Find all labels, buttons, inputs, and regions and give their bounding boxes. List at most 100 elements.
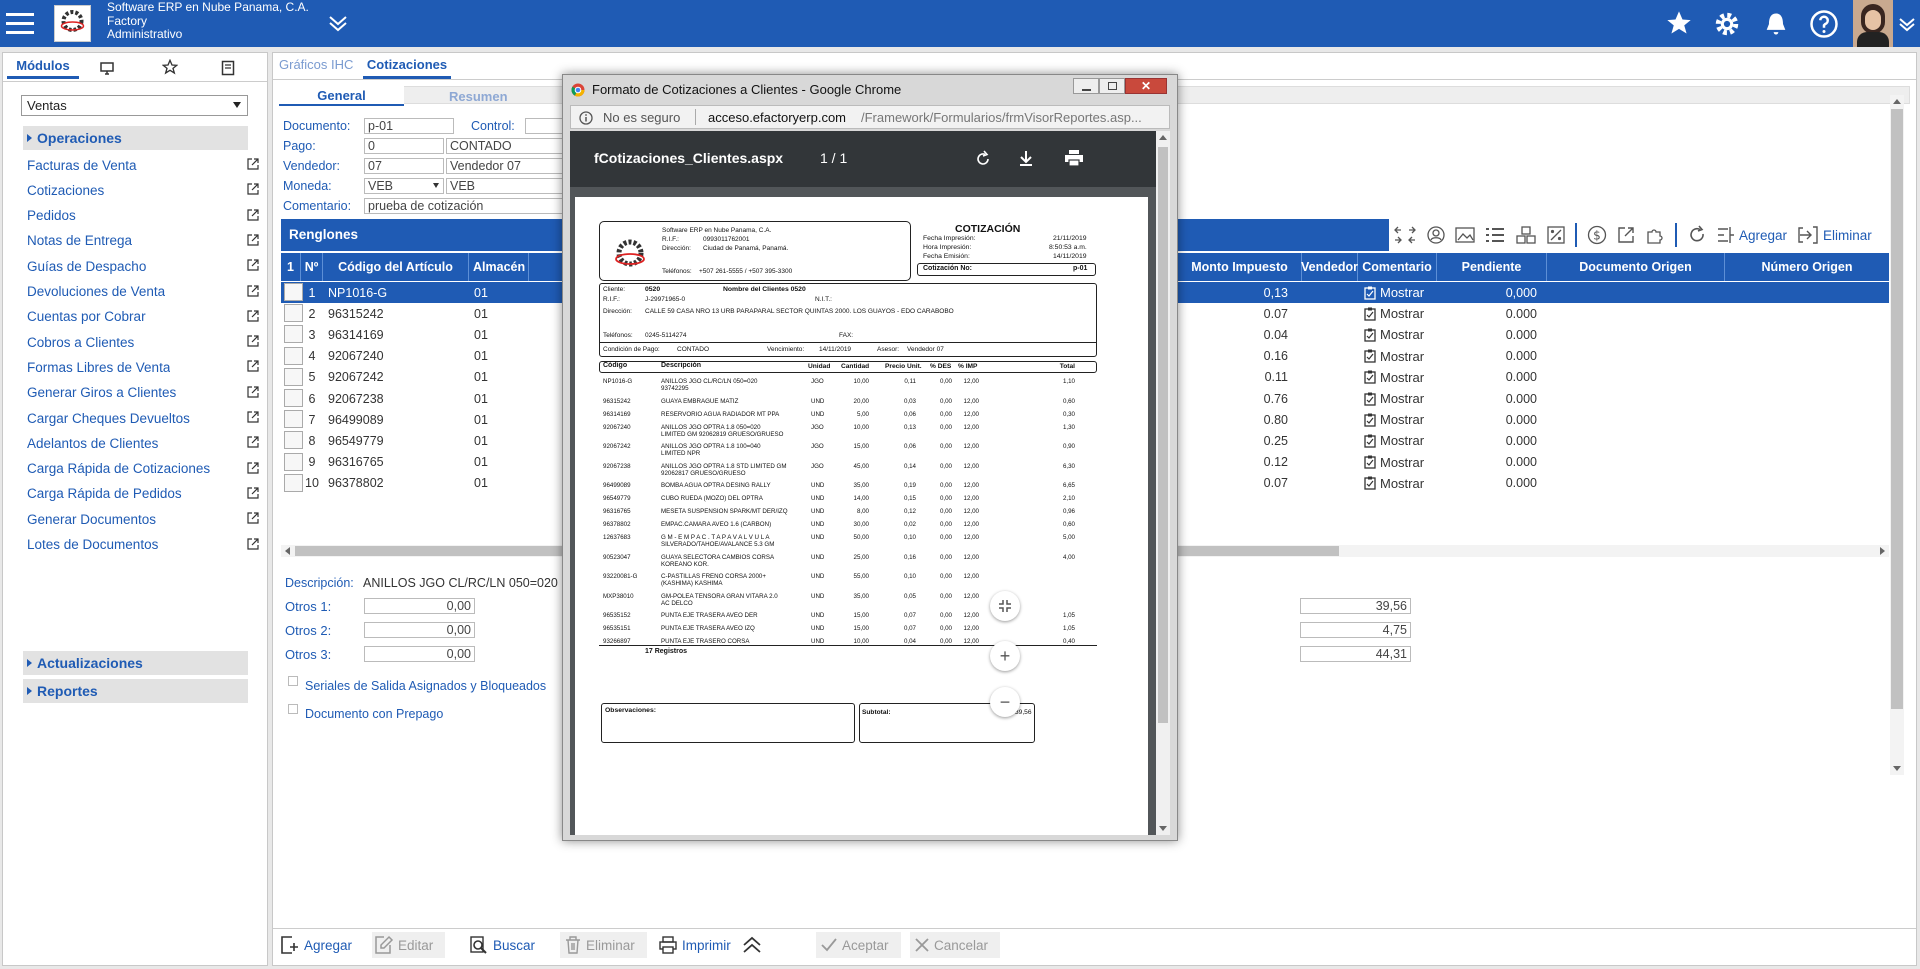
module-select[interactable]: Ventas xyxy=(21,95,248,116)
star-icon[interactable] xyxy=(1664,9,1694,37)
open-external-icon[interactable] xyxy=(247,259,259,271)
list-icon[interactable] xyxy=(1485,226,1505,244)
tab-modulos[interactable]: Módulos xyxy=(7,55,79,79)
dollar-icon[interactable]: $ xyxy=(1587,225,1607,245)
otros2-input[interactable]: 0,00 xyxy=(364,622,475,638)
agregar-row-button[interactable]: Agregar xyxy=(1739,228,1787,243)
control-input[interactable] xyxy=(525,118,565,134)
otros3-input[interactable]: 0,00 xyxy=(364,646,475,662)
vertical-scrollbar[interactable] xyxy=(1890,95,1904,775)
refresh-icon[interactable] xyxy=(1687,225,1707,245)
otros1-input[interactable]: 0,00 xyxy=(364,598,475,614)
sidebar-item[interactable]: Carga Rápida de Cotizaciones xyxy=(27,457,259,481)
sidebar-item[interactable]: Carga Rápida de Pedidos xyxy=(27,482,259,506)
eliminar-button[interactable]: Eliminar xyxy=(560,932,647,958)
rotate-icon[interactable] xyxy=(974,150,992,168)
row-comentario-button[interactable]: Mostrar xyxy=(1364,430,1434,451)
subtab-resumen[interactable]: Resumen xyxy=(449,89,508,104)
delete-row-icon[interactable] xyxy=(1797,225,1819,245)
sidebar-item[interactable]: Devoluciones de Venta xyxy=(27,280,259,304)
buscar-button[interactable]: Buscar xyxy=(469,932,535,958)
chevron-down-icon[interactable] xyxy=(1898,16,1916,32)
scroll-up-arrow[interactable] xyxy=(1159,135,1167,140)
pdf-scrollbar[interactable] xyxy=(1156,131,1170,835)
row-comentario-button[interactable]: Mostrar xyxy=(1364,452,1434,473)
open-external-icon[interactable] xyxy=(247,537,259,550)
expand-horizontal-icon[interactable] xyxy=(1393,224,1417,246)
address-bar[interactable]: No es seguro acceso.efactoryerp.com /Fra… xyxy=(570,105,1170,129)
row-comentario-button[interactable]: Mostrar xyxy=(1364,367,1434,388)
comentario-input[interactable]: prueba de cotización xyxy=(364,198,566,214)
open-external-icon[interactable] xyxy=(247,360,259,372)
double-chevron-up-icon[interactable] xyxy=(742,932,762,958)
sidebar-item[interactable]: Cargar Cheques Devueltos xyxy=(27,406,259,430)
scroll-up-arrow[interactable] xyxy=(1893,99,1901,104)
sidebar-item[interactable]: Facturas de Venta xyxy=(27,153,259,177)
hamburger-menu-icon[interactable] xyxy=(6,11,34,35)
boxes-icon[interactable] xyxy=(1515,226,1537,244)
row-comentario-button[interactable]: Mostrar xyxy=(1364,324,1434,345)
open-external-icon[interactable] xyxy=(247,234,259,246)
help-icon[interactable] xyxy=(1809,9,1839,39)
group-operaciones[interactable]: Operaciones xyxy=(23,126,248,150)
seriales-checkbox[interactable] xyxy=(288,676,298,686)
sidebar-item[interactable]: Guías de Despacho xyxy=(27,254,259,278)
zoom-in-button[interactable]: + xyxy=(990,641,1020,671)
group-actualizaciones[interactable]: Actualizaciones xyxy=(23,651,248,675)
double-chevron-down-icon[interactable] xyxy=(328,14,348,32)
open-external-icon[interactable] xyxy=(247,512,259,524)
download-icon[interactable] xyxy=(1017,149,1035,167)
open-external-icon[interactable] xyxy=(247,411,259,423)
open-external-icon[interactable] xyxy=(247,183,259,195)
editar-button[interactable]: Editar xyxy=(372,932,446,958)
puzzle-icon[interactable] xyxy=(1645,225,1665,245)
document-icon[interactable] xyxy=(221,60,235,76)
open-external-icon[interactable] xyxy=(247,335,259,347)
scroll-down-arrow[interactable] xyxy=(1893,766,1901,771)
pago-code-input[interactable]: 0 xyxy=(364,138,444,154)
row-comentario-button[interactable]: Mostrar xyxy=(1364,409,1434,430)
open-external-icon[interactable] xyxy=(247,158,259,170)
sidebar-item[interactable]: Adelantos de Clientes xyxy=(27,431,259,455)
documento-input[interactable]: p-01 xyxy=(364,118,454,134)
sidebar-item[interactable]: Generar Giros a Clientes xyxy=(27,381,259,405)
tab-cotizaciones[interactable]: Cotizaciones xyxy=(363,53,451,79)
close-button[interactable]: ✕ xyxy=(1125,78,1167,94)
user-avatar[interactable] xyxy=(1853,0,1893,47)
agregar-button[interactable]: Agregar xyxy=(280,932,352,958)
row-comentario-button[interactable]: Mostrar xyxy=(1364,282,1434,303)
scroll-down-arrow[interactable] xyxy=(1159,826,1167,831)
scrollbar-thumb[interactable] xyxy=(1158,147,1168,723)
minimize-button[interactable] xyxy=(1073,78,1099,94)
imprimir-button[interactable]: Imprimir xyxy=(658,932,731,958)
monitor-icon[interactable] xyxy=(99,61,115,75)
sidebar-item[interactable]: Formas Libres de Venta xyxy=(27,355,259,379)
favorites-star-icon[interactable] xyxy=(162,59,178,75)
scroll-left-arrow[interactable] xyxy=(285,547,290,555)
open-external-icon[interactable] xyxy=(247,208,259,221)
moneda-select[interactable]: VEB xyxy=(364,178,444,194)
sidebar-item[interactable]: Cotizaciones xyxy=(27,178,259,202)
maximize-button[interactable] xyxy=(1099,78,1125,94)
eliminar-row-button[interactable]: Eliminar xyxy=(1823,228,1872,243)
gear-icon[interactable] xyxy=(1712,9,1742,39)
add-row-icon[interactable] xyxy=(1717,226,1735,244)
percent-icon[interactable] xyxy=(1547,226,1565,244)
row-comentario-button[interactable]: Mostrar xyxy=(1364,473,1434,494)
open-external-icon[interactable] xyxy=(247,436,259,448)
info-icon[interactable] xyxy=(579,111,593,125)
tab-graficos-ihc[interactable]: Gráficos IHC xyxy=(279,57,353,77)
open-external-icon[interactable] xyxy=(247,461,259,474)
prepago-checkbox[interactable] xyxy=(288,704,298,714)
user-icon[interactable] xyxy=(1427,226,1445,244)
open-external-icon[interactable] xyxy=(247,487,259,499)
sidebar-item[interactable]: Cuentas por Cobrar xyxy=(27,305,259,329)
fit-page-button[interactable] xyxy=(990,591,1020,621)
sidebar-item[interactable]: Generar Documentos xyxy=(27,507,259,531)
sidebar-item[interactable]: Lotes de Documentos xyxy=(27,533,259,557)
zoom-out-button[interactable]: − xyxy=(990,687,1020,717)
sidebar-item[interactable]: Pedidos xyxy=(27,204,259,228)
scroll-right-arrow[interactable] xyxy=(1880,547,1885,555)
row-comentario-button[interactable]: Mostrar xyxy=(1364,346,1434,367)
open-external-icon[interactable] xyxy=(247,284,259,297)
